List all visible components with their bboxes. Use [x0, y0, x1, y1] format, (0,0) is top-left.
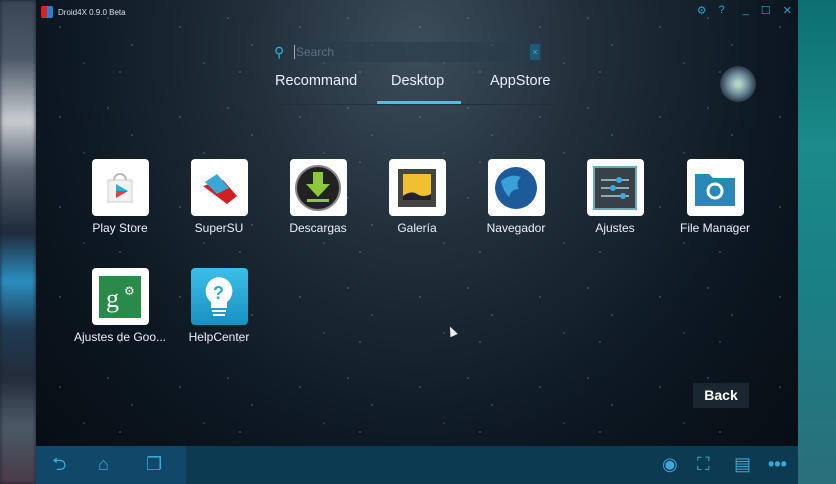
downloads-icon — [289, 159, 347, 216]
app-label: Play Store — [92, 221, 148, 235]
search-icon: ⚲ — [274, 43, 285, 60]
google-settings-icon: g ⚙ — [91, 268, 149, 325]
emulator-window: Droid4X 0.9.0 Beta ⚙ ? _ ☐ ✕ ⚲ Search × … — [36, 0, 798, 484]
app-label: Ajustes — [595, 221, 635, 235]
app-label: Ajustes de Goo... — [73, 330, 167, 344]
minimize-icon[interactable]: _ — [743, 4, 749, 17]
desktop-background-right — [798, 0, 836, 484]
back-button[interactable]: Back — [693, 383, 749, 408]
settings-icon[interactable]: ⚙ — [697, 4, 707, 17]
search-placeholder: Search — [294, 45, 335, 59]
app-label: Descargas — [289, 221, 347, 235]
maximize-icon[interactable]: ☐ — [761, 4, 771, 17]
droid4x-logo-icon — [41, 6, 53, 18]
svg-text:?: ? — [213, 283, 224, 303]
help-icon[interactable]: ? — [719, 4, 725, 17]
file-manager-icon — [686, 159, 744, 216]
tab-appstore[interactable]: AppStore — [490, 73, 550, 89]
app-google-settings[interactable]: g ⚙ Ajustes de Goo... — [70, 268, 170, 344]
tab-bar: Recommand Desktop AppStore — [241, 70, 596, 105]
globe-icon[interactable] — [720, 66, 756, 102]
search-input[interactable]: ⚲ Search × — [274, 42, 542, 62]
app-file-manager[interactable]: File Manager — [665, 159, 765, 235]
app-label: Galería — [397, 221, 437, 235]
app-navegador[interactable]: Navegador — [466, 159, 566, 235]
svg-text:g: g — [106, 284, 119, 313]
app-label: SuperSU — [194, 221, 244, 235]
fullscreen-icon[interactable]: ⛶ — [697, 454, 710, 474]
browser-icon — [487, 159, 545, 216]
nav-recents-icon[interactable]: ❐ — [146, 454, 162, 474]
tab-recommand[interactable]: Recommand — [275, 73, 357, 89]
more-icon[interactable]: ••• — [768, 454, 787, 474]
desktop-background-left — [0, 0, 36, 484]
tab-desktop[interactable]: Desktop — [391, 73, 444, 89]
supersu-icon — [190, 159, 248, 216]
active-tab-indicator — [377, 101, 461, 104]
android-navigation-bar: ⮌ ⌂ ❐ ◉ ⛶ ▤ ••• — [36, 446, 798, 484]
app-galeria[interactable]: Galería — [367, 159, 467, 235]
app-label: HelpCenter — [188, 330, 250, 344]
play-store-icon — [91, 159, 149, 216]
clear-search-button[interactable]: × — [530, 44, 540, 60]
settings-app-icon — [586, 159, 644, 216]
close-icon[interactable]: ✕ — [783, 4, 792, 17]
app-descargas[interactable]: Descargas — [268, 159, 368, 235]
app-supersu[interactable]: SuperSU — [169, 159, 269, 235]
app-helpcenter[interactable]: ? HelpCenter — [169, 268, 269, 344]
title-bar: Droid4X 0.9.0 Beta ⚙ ? _ ☐ ✕ — [36, 0, 798, 24]
app-label: File Manager — [679, 221, 751, 235]
gallery-icon — [388, 159, 446, 216]
window-title: Droid4X 0.9.0 Beta — [58, 7, 126, 17]
keyboard-icon[interactable]: ▤ — [734, 454, 751, 474]
nav-home-icon[interactable]: ⌂ — [98, 454, 109, 474]
help-center-icon: ? — [190, 268, 248, 325]
camera-icon[interactable]: ◉ — [662, 454, 678, 474]
nav-back-icon[interactable]: ⮌ — [52, 454, 66, 474]
app-label: Navegador — [486, 221, 546, 235]
svg-text:⚙: ⚙ — [124, 284, 135, 298]
app-ajustes[interactable]: Ajustes — [565, 159, 665, 235]
app-play-store[interactable]: Play Store — [70, 159, 170, 235]
